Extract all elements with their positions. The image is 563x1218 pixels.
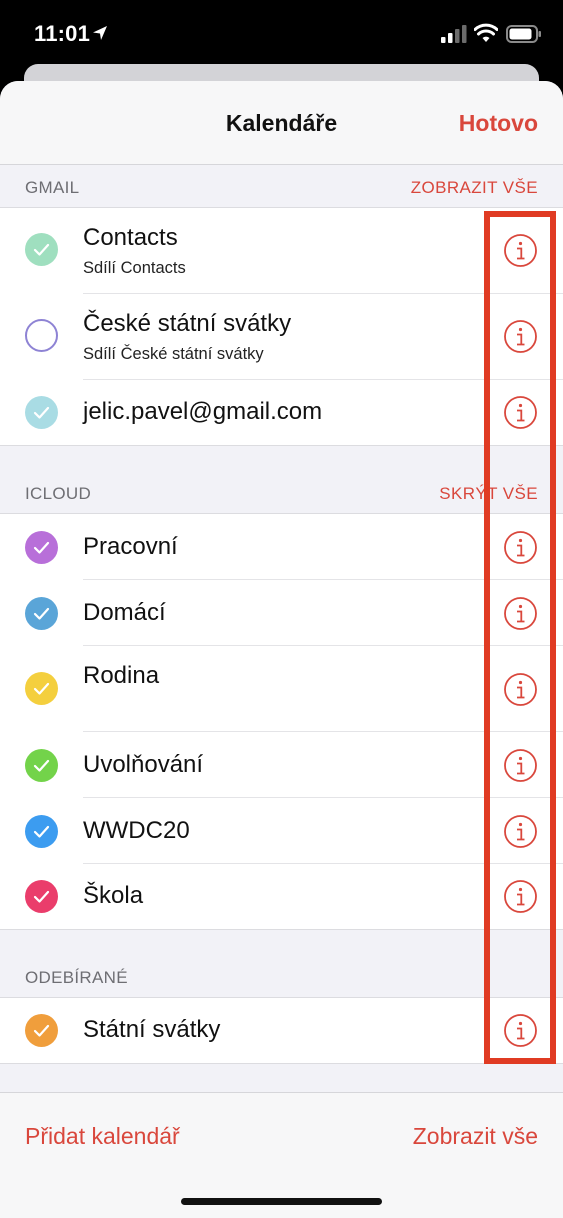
cellular-signal-icon (441, 25, 467, 43)
calendar-toggle[interactable] (25, 319, 58, 352)
home-indicator (181, 1198, 382, 1205)
calendar-toggle[interactable] (25, 233, 58, 266)
section-title: ICLOUD (25, 484, 92, 503)
calendar-name: Škola (83, 882, 144, 909)
calendar-toggle[interactable] (25, 749, 58, 782)
show-all-gmail-button[interactable]: ZOBRAZIT VŠE (411, 178, 538, 198)
location-arrow-icon (93, 26, 107, 40)
section-header-icloud: ICLOUD SKRÝT VŠE (0, 471, 563, 513)
calendar-subtitle: Sdílí České státní svátky (83, 345, 264, 363)
checkmark-icon (33, 1024, 50, 1037)
calendar-name: Pracovní (83, 533, 178, 560)
checkmark-icon (33, 243, 50, 256)
show-all-button[interactable]: Zobrazit vše (413, 1123, 538, 1150)
calendar-row[interactable]: Contacts Sdílí Contacts (0, 208, 563, 294)
section-title: ODEBÍRANÉ (25, 968, 128, 987)
calendar-name: Rodina (83, 662, 160, 689)
checkmark-icon (33, 825, 50, 838)
calendar-row[interactable]: Domácí (0, 580, 563, 646)
calendar-toggle[interactable] (25, 597, 58, 630)
checkmark-icon (33, 406, 50, 419)
calendar-group-subscribed: Státní svátky (0, 997, 563, 1064)
info-circle-icon[interactable] (503, 879, 538, 914)
calendar-name: jelic.pavel@gmail.com (83, 398, 323, 425)
calendar-row[interactable]: jelic.pavel@gmail.com (0, 380, 563, 445)
add-calendar-button[interactable]: Přidat kalendář (25, 1123, 180, 1150)
info-circle-icon[interactable] (503, 672, 538, 707)
calendar-row[interactable]: WWDC20 (0, 798, 563, 864)
info-circle-icon[interactable] (503, 319, 538, 354)
calendar-toggle[interactable] (25, 1014, 58, 1047)
checkmark-icon (33, 607, 50, 620)
calendar-row[interactable]: Rodina (0, 646, 563, 732)
calendar-row[interactable]: České státní svátky Sdílí České státní s… (0, 294, 563, 380)
info-circle-icon[interactable] (503, 814, 538, 849)
info-circle-icon[interactable] (503, 596, 538, 631)
info-circle-icon[interactable] (503, 395, 538, 430)
info-circle-icon[interactable] (503, 530, 538, 565)
calendar-group-gmail: Contacts Sdílí Contacts České státní svá… (0, 207, 563, 446)
done-button[interactable]: Hotovo (459, 110, 538, 137)
section-header-subscribed: ODEBÍRANÉ (0, 955, 563, 997)
hide-all-icloud-button[interactable]: SKRÝT VŠE (439, 484, 538, 504)
calendar-name: Domácí (83, 599, 166, 626)
calendar-row[interactable]: Pracovní (0, 514, 563, 580)
calendar-name: Uvolňování (83, 751, 204, 778)
calendar-subtitle: Sdílí Contacts (83, 259, 186, 277)
calendar-name: České státní svátky (83, 310, 292, 337)
checkmark-icon (33, 541, 50, 554)
checkmark-icon (33, 890, 50, 903)
calendar-toggle[interactable] (25, 815, 58, 848)
navigation-bar: Kalendáře Hotovo (0, 81, 563, 165)
checkmark-icon (33, 759, 50, 772)
calendar-name: WWDC20 (83, 817, 190, 844)
calendar-name: Státní svátky (83, 1016, 221, 1043)
calendar-row[interactable]: Státní svátky (0, 998, 563, 1063)
status-bar: 11:01 (0, 0, 563, 66)
wifi-icon (474, 23, 498, 42)
checkmark-icon (33, 682, 50, 695)
calendar-name: Contacts (83, 224, 178, 251)
calendar-toggle[interactable] (25, 531, 58, 564)
calendar-row[interactable]: Škola (0, 864, 563, 929)
calendars-sheet: Kalendáře Hotovo GMAIL ZOBRAZIT VŠE Cont… (0, 81, 563, 1218)
section-header-gmail: GMAIL ZOBRAZIT VŠE (0, 165, 563, 207)
info-circle-icon[interactable] (503, 233, 538, 268)
section-title: GMAIL (25, 178, 80, 197)
info-circle-icon[interactable] (503, 1013, 538, 1048)
calendar-toggle[interactable] (25, 672, 58, 705)
status-time: 11:01 (34, 21, 91, 46)
info-circle-icon[interactable] (503, 748, 538, 783)
calendar-row[interactable]: Uvolňování (0, 732, 563, 798)
battery-icon (506, 25, 541, 43)
calendar-toggle[interactable] (25, 880, 58, 913)
calendar-toggle[interactable] (25, 396, 58, 429)
calendar-group-icloud: Pracovní Domácí Rodina Uvolňování WWDC20… (0, 513, 563, 930)
